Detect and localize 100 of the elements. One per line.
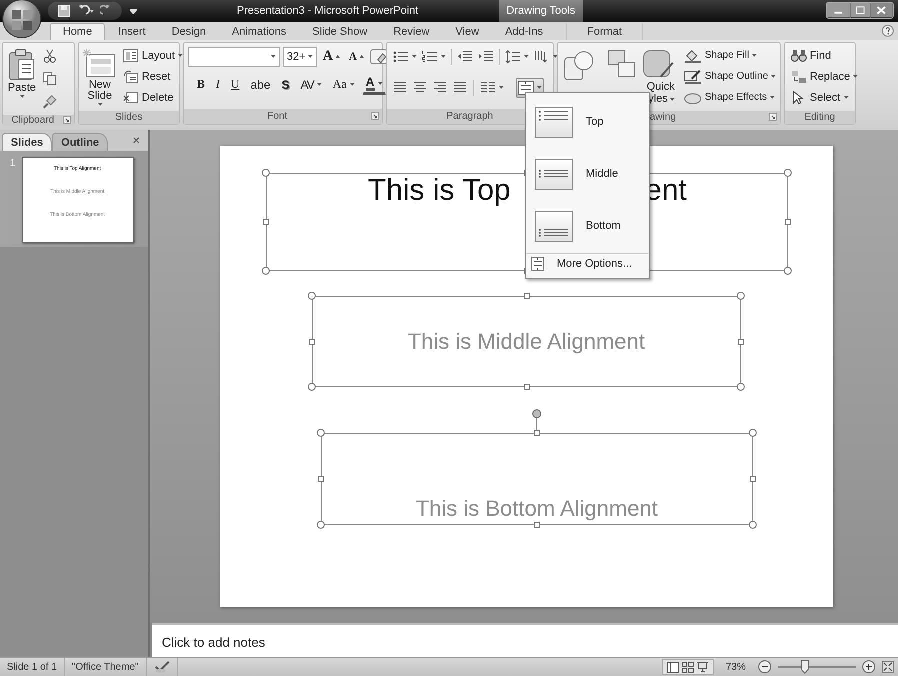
format-button[interactable]: AV [298,76,325,94]
caret-icon [441,55,446,58]
layout-icon [123,48,139,63]
caret-icon [98,102,102,106]
shrink-font-button[interactable]: A [346,50,368,64]
format-button[interactable]: Aa [330,75,358,94]
resize-handle[interactable] [318,476,324,482]
ribbon-tab[interactable]: View [442,22,492,40]
shape-command-button[interactable]: Shape Effects [682,88,778,108]
resize-handle[interactable] [738,338,744,345]
ribbon-tab[interactable]: Review [380,22,443,40]
resize-handle[interactable] [262,267,270,276]
group-label: Font [267,110,288,122]
dialog-launcher-icon[interactable] [63,116,71,124]
format-button[interactable]: abe [248,76,274,94]
caret-icon [524,55,529,58]
grow-font-button[interactable]: A [320,48,344,66]
customize-icon[interactable] [130,8,137,14]
zoom-in-button[interactable] [862,660,876,674]
ribbon-tab[interactable]: Design [158,22,220,40]
caret-icon [771,75,776,78]
format-button[interactable]: B [194,75,208,94]
format-button[interactable]: S [278,76,293,94]
fit-to-window-icon[interactable] [882,661,894,674]
resize-handle[interactable] [784,169,792,178]
resize-handle[interactable] [749,521,757,530]
caret-icon [770,96,776,100]
resize-handle[interactable] [317,521,325,530]
resize-handle[interactable] [737,383,745,392]
ribbon-tab[interactable]: Insert [105,22,159,40]
font-name-field[interactable] [188,46,280,67]
shape-command-button[interactable]: Shape Outline [682,66,778,87]
minimize-button[interactable] [827,3,851,18]
zoom-slider-thumb[interactable] [801,660,810,674]
ribbon-tab[interactable]: Add-Ins [492,22,556,40]
menu-item[interactable]: Middle [526,148,649,200]
caret-icon [853,75,858,78]
editing-command-button[interactable]: Select [789,88,860,108]
panel-tab[interactable]: Slides [2,133,52,152]
editing-command-button[interactable]: Replace [789,66,860,87]
resize-handle[interactable] [524,384,530,390]
font-size-field[interactable]: 32+ [283,46,317,67]
dialog-launcher-icon[interactable] [370,112,379,120]
window-title: Presentation3 - Microsoft PowerPoint [237,4,419,17]
resize-handle[interactable] [534,430,540,436]
replace-icon [791,70,807,84]
text-box-options-icon [531,257,545,271]
fill-icon [684,48,702,63]
text-alignment-icon [535,106,573,138]
clipboard-icon [8,48,36,81]
spell-check-icon[interactable] [154,661,170,674]
resize-handle[interactable] [785,219,791,226]
painter-icon [43,94,58,109]
panel-tab[interactable]: Outline [52,133,108,152]
resize-handle[interactable] [749,429,757,438]
ribbon-tab[interactable]: Animations [219,22,300,40]
menu-item[interactable]: Bottom [526,200,649,252]
normal-view-icon[interactable] [666,662,679,673]
new-slide-button[interactable]: New Slide [83,46,117,108]
slide-sorter-icon[interactable] [682,662,694,673]
notes-field[interactable]: Click to add notes [152,623,898,658]
format-button[interactable]: U [228,75,243,94]
resize-handle[interactable] [784,267,792,276]
redo-icon[interactable] [100,4,112,17]
slide-command-button[interactable]: Delete [121,88,186,108]
resize-handle[interactable] [750,476,756,482]
center-icon [413,82,427,94]
shape-command-button[interactable]: Shape Fill [682,46,778,66]
slide-number: 1 [10,158,16,170]
help-icon[interactable] [882,24,894,37]
dialog-launcher-icon[interactable] [769,113,777,122]
resize-handle[interactable] [263,219,269,226]
maximize-button[interactable] [851,3,871,18]
resize-handle[interactable] [737,292,745,300]
shapes-icon [563,48,595,83]
zoom-out-button[interactable] [758,660,772,674]
resize-handle[interactable] [262,169,270,178]
caret-icon [844,96,849,100]
ribbon-tab[interactable]: Slide Show [300,22,381,40]
right-icon [433,82,447,94]
group-label: Paragraph [446,110,494,122]
save-icon[interactable] [58,4,70,17]
close-icon[interactable] [871,3,893,18]
text-alignment-icon [535,210,573,242]
resize-handle[interactable] [309,338,315,345]
resize-handle[interactable] [317,429,325,438]
clear-formatting-icon[interactable] [370,48,388,65]
format-button[interactable]: I [213,75,224,94]
resize-handle[interactable] [308,383,316,392]
slide-counter: Slide 1 of 1 [0,658,66,676]
reset-icon [123,70,139,84]
theme-name: "Office Theme" [65,658,147,676]
resize-handle[interactable] [534,522,540,528]
editing-command-button[interactable]: Find [789,46,860,66]
slide-command-button[interactable]: Reset [121,66,186,87]
resize-handle[interactable] [524,293,530,300]
slide-show-icon[interactable] [696,662,709,673]
resize-handle[interactable] [308,292,316,300]
menu-item[interactable]: Top [526,96,649,148]
ribbon-tab[interactable]: Home [50,22,106,40]
